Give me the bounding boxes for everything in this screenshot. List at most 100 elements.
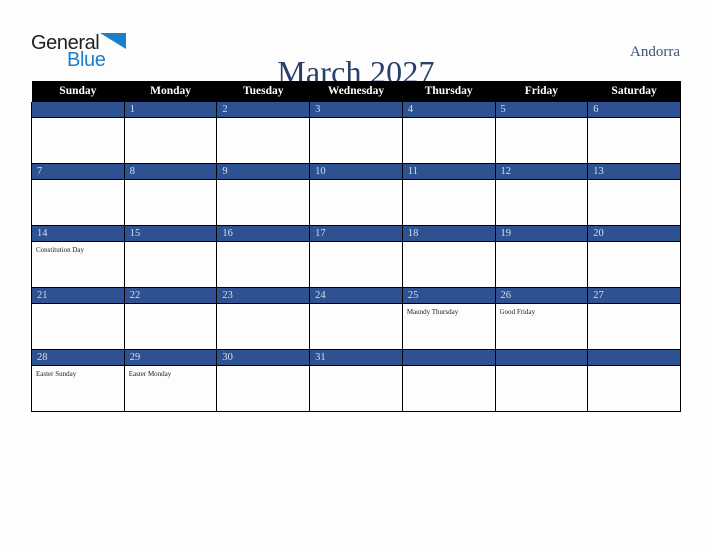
calendar-day-cell[interactable]: 6 <box>587 102 681 164</box>
day-cell-inner: 1 <box>124 102 217 163</box>
calendar-day-cell[interactable]: 20 <box>587 225 681 288</box>
day-events <box>496 118 588 122</box>
calendar-day-cell[interactable]: 29 Easter Monday <box>123 349 218 412</box>
day-cell-inner: 10 <box>310 164 402 225</box>
day-number <box>495 350 588 366</box>
calendar-day-cell[interactable]: 4 <box>401 102 496 164</box>
day-number: 21 <box>32 288 124 304</box>
day-events <box>217 304 309 308</box>
weekday-header-friday: Friday <box>495 81 588 102</box>
calendar-day-cell[interactable]: 22 <box>123 287 218 350</box>
calendar-day-cell[interactable]: 16 <box>216 225 311 288</box>
weekday-header-row: Sunday Monday Tuesday Wednesday Thursday… <box>31 81 681 102</box>
day-events <box>32 180 124 184</box>
day-number: 10 <box>310 164 402 180</box>
calendar-day-cell[interactable]: 8 <box>123 163 218 226</box>
calendar-day-cell[interactable] <box>401 349 496 412</box>
day-events <box>496 242 588 246</box>
day-cell-inner: 28 Easter Sunday <box>32 350 124 411</box>
day-number <box>588 350 680 366</box>
day-events <box>217 180 309 184</box>
day-events <box>588 180 680 184</box>
day-events <box>125 118 217 122</box>
calendar-day-cell[interactable]: 13 <box>587 163 681 226</box>
day-cell-inner: 15 <box>124 226 217 287</box>
day-cell-inner: 31 <box>310 350 402 411</box>
day-cell-inner: 30 <box>217 350 310 411</box>
calendar-day-cell[interactable] <box>494 349 589 412</box>
day-number: 23 <box>217 288 310 304</box>
calendar-day-cell[interactable]: 2 <box>216 102 311 164</box>
calendar-week-row: 7 8 9 10 11 12 13 <box>31 163 681 226</box>
calendar-day-cell[interactable]: 12 <box>494 163 589 226</box>
calendar-day-cell[interactable]: 5 <box>494 102 589 164</box>
day-number: 20 <box>588 226 680 242</box>
calendar-day-cell[interactable]: 21 <box>31 287 125 350</box>
weekday-header-saturday: Saturday <box>587 81 681 102</box>
calendar-day-cell[interactable]: 3 <box>309 102 403 164</box>
day-events <box>496 180 588 184</box>
day-events <box>403 242 495 246</box>
day-events <box>32 118 124 122</box>
day-cell-inner: 29 Easter Monday <box>124 350 217 411</box>
day-events <box>217 242 309 246</box>
weekday-header-tuesday: Tuesday <box>216 81 310 102</box>
calendar-day-cell[interactable]: 10 <box>309 163 403 226</box>
day-cell-inner: 19 <box>495 226 588 287</box>
calendar-day-cell[interactable]: 26 Good Friday <box>494 287 589 350</box>
day-cell-inner: 5 <box>495 102 588 163</box>
day-cell-inner: 18 <box>402 226 495 287</box>
day-events <box>403 180 495 184</box>
calendar-day-cell[interactable]: 31 <box>309 349 403 412</box>
calendar-table: Sunday Monday Tuesday Wednesday Thursday… <box>31 81 681 412</box>
day-cell-inner: 27 <box>588 288 680 349</box>
day-number: 9 <box>217 164 310 180</box>
calendar-day-cell[interactable]: 9 <box>216 163 311 226</box>
day-cell-inner <box>588 350 680 411</box>
calendar-day-cell[interactable]: 30 <box>216 349 311 412</box>
day-events: Easter Monday <box>125 366 217 379</box>
day-cell-inner: 8 <box>124 164 217 225</box>
day-number: 2 <box>217 102 310 118</box>
weekday-header-wednesday: Wednesday <box>309 81 403 102</box>
calendar-day-cell[interactable]: 14 Constitution Day <box>31 225 125 288</box>
calendar-day-cell[interactable] <box>31 102 125 164</box>
day-number: 17 <box>310 226 402 242</box>
day-events <box>588 304 680 308</box>
day-events: Constitution Day <box>32 242 124 255</box>
day-cell-inner: 16 <box>217 226 310 287</box>
calendar-day-cell[interactable] <box>587 349 681 412</box>
day-events <box>217 118 309 122</box>
day-events: Maundy Thursday <box>403 304 495 317</box>
day-events <box>310 304 402 308</box>
day-events <box>32 304 124 308</box>
holiday-label: Easter Monday <box>128 370 172 378</box>
day-events <box>496 366 588 370</box>
day-cell-inner: 11 <box>402 164 495 225</box>
calendar-day-cell[interactable]: 25 Maundy Thursday <box>401 287 496 350</box>
calendar-day-cell[interactable]: 18 <box>401 225 496 288</box>
holiday-label: Maundy Thursday <box>406 308 459 316</box>
calendar-day-cell[interactable]: 27 <box>587 287 681 350</box>
day-cell-inner: 23 <box>217 288 310 349</box>
calendar-day-cell[interactable]: 17 <box>309 225 403 288</box>
calendar-day-cell[interactable]: 28 Easter Sunday <box>31 349 125 412</box>
day-events <box>310 242 402 246</box>
day-number: 30 <box>217 350 310 366</box>
calendar-day-cell[interactable]: 1 <box>123 102 218 164</box>
calendar-day-cell[interactable]: 19 <box>494 225 589 288</box>
day-cell-inner: 14 Constitution Day <box>32 226 124 287</box>
day-number: 13 <box>588 164 680 180</box>
weekday-header-thursday: Thursday <box>402 81 496 102</box>
day-number <box>402 350 495 366</box>
calendar-day-cell[interactable]: 11 <box>401 163 496 226</box>
calendar-day-cell[interactable]: 24 <box>309 287 403 350</box>
calendar-day-cell[interactable]: 7 <box>31 163 125 226</box>
calendar-day-cell[interactable]: 23 <box>216 287 311 350</box>
calendar-week-row: 123456 <box>31 102 681 164</box>
day-cell-inner: 25 Maundy Thursday <box>402 288 495 349</box>
day-cell-inner: 21 <box>32 288 124 349</box>
day-number: 5 <box>495 102 588 118</box>
day-number: 14 <box>32 226 124 242</box>
calendar-day-cell[interactable]: 15 <box>123 225 218 288</box>
